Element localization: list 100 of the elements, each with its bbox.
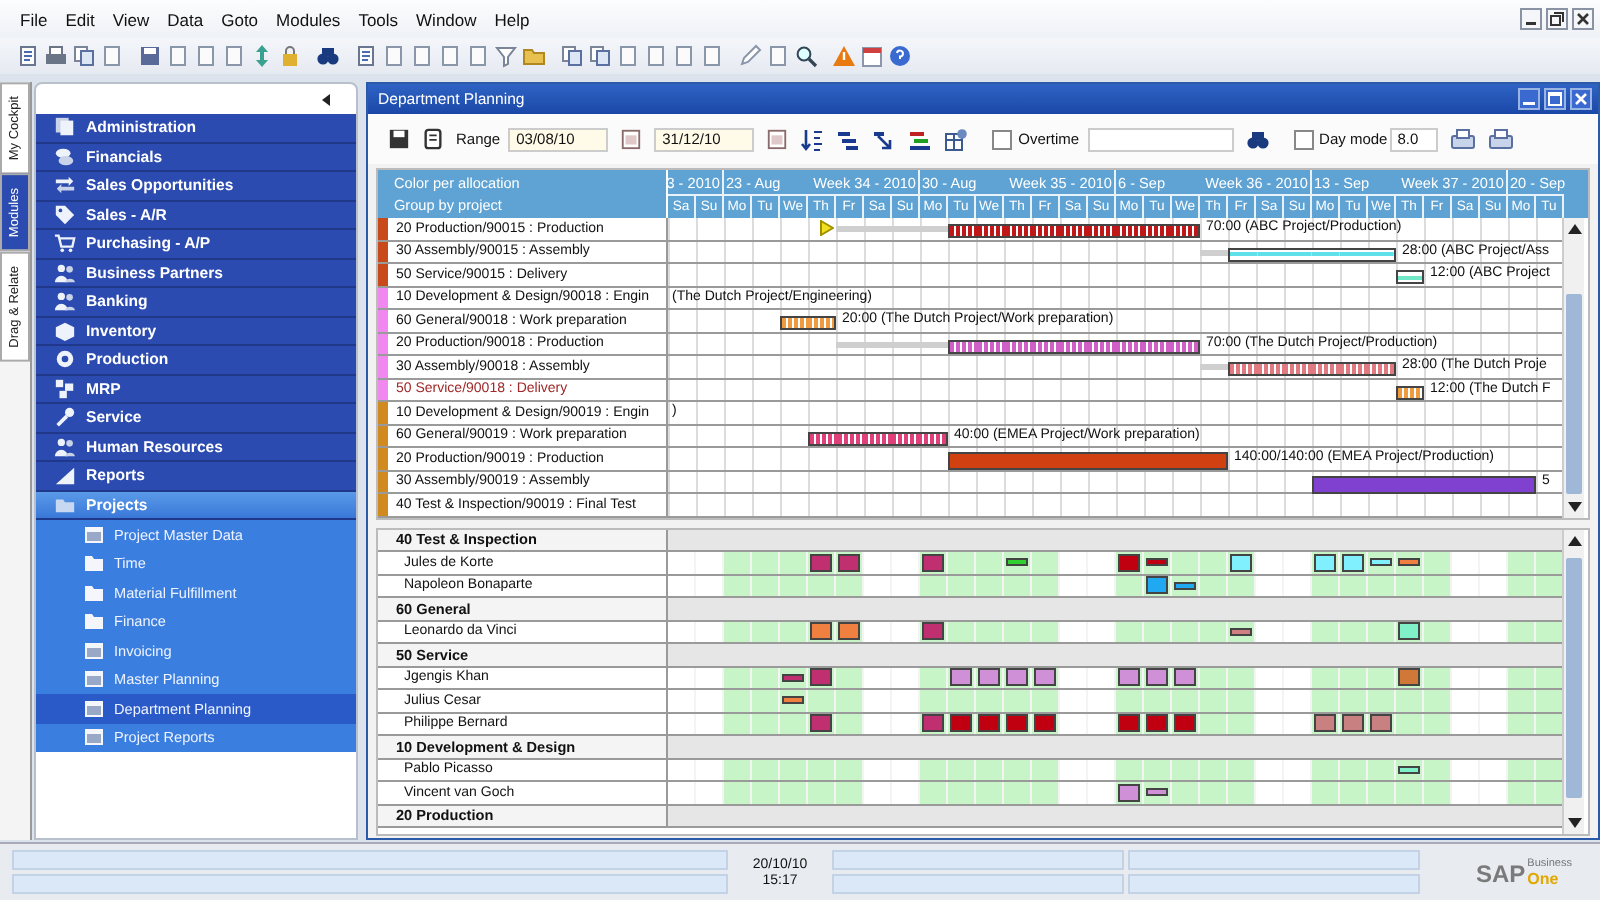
overtime-checkbox[interactable] — [992, 129, 1013, 149]
page-icon[interactable] — [438, 44, 462, 68]
page-icon[interactable] — [410, 44, 434, 68]
people-icon — [54, 261, 76, 284]
copy-icon[interactable] — [588, 44, 612, 68]
printer-icon[interactable] — [1487, 128, 1514, 150]
tag-icon — [54, 203, 76, 226]
gear-icon — [54, 348, 76, 371]
printer-icon[interactable] — [44, 44, 68, 68]
menu-item[interactable]: Tools — [358, 9, 399, 29]
scroll-thumb[interactable] — [1566, 557, 1582, 797]
page-icon[interactable] — [616, 44, 640, 68]
document-icon[interactable] — [422, 128, 444, 150]
help-icon[interactable] — [888, 44, 912, 68]
booking-block[interactable] — [782, 696, 804, 705]
menu-item[interactable]: Edit — [65, 9, 95, 29]
search-icon[interactable] — [794, 44, 818, 68]
page-icon[interactable] — [100, 44, 124, 68]
close-button[interactable] — [1570, 88, 1592, 110]
booking-block[interactable] — [1398, 765, 1420, 774]
maximize-button[interactable] — [1544, 88, 1566, 110]
people-icon — [54, 435, 76, 458]
printer-icon[interactable] — [1449, 128, 1476, 150]
page-icon[interactable] — [382, 44, 406, 68]
task-bar[interactable] — [808, 431, 948, 445]
page-icon[interactable] — [466, 44, 490, 68]
menu-item[interactable]: Window — [416, 9, 477, 29]
page-icon[interactable] — [672, 44, 696, 68]
sort-icon[interactable] — [800, 127, 825, 151]
vertical-scrollbar[interactable] — [1562, 529, 1584, 833]
page-icon[interactable] — [644, 44, 668, 68]
people-icon — [54, 290, 76, 313]
down-arrow-icon[interactable] — [1567, 817, 1581, 827]
stack-icon — [54, 116, 76, 139]
minimize-button[interactable] — [1518, 88, 1540, 110]
close-button[interactable] — [1572, 8, 1594, 30]
page-icon[interactable] — [194, 44, 218, 68]
chart-icon — [54, 464, 76, 487]
blocks-icon — [54, 377, 76, 400]
task-bar[interactable] — [1228, 362, 1396, 376]
booking-block[interactable] — [1370, 558, 1392, 567]
booking-block[interactable] — [1006, 558, 1028, 567]
copy-icon[interactable] — [72, 44, 96, 68]
calendar-icon[interactable] — [620, 128, 643, 150]
menu-item[interactable]: File — [20, 9, 48, 29]
minimize-button[interactable] — [1520, 8, 1542, 30]
task-bar[interactable] — [1228, 247, 1396, 261]
page-icon[interactable] — [700, 44, 724, 68]
binoculars-icon[interactable] — [1245, 127, 1270, 151]
coins-icon — [54, 145, 76, 168]
warning-icon[interactable] — [832, 44, 856, 68]
filter-icon[interactable] — [494, 44, 518, 68]
arrows-icon[interactable] — [250, 44, 274, 68]
task-bar[interactable] — [948, 339, 1200, 353]
booking-block[interactable] — [1398, 558, 1420, 567]
logo-brand: SAP — [1475, 862, 1526, 886]
vertical-scrollbar[interactable] — [1562, 218, 1584, 517]
binoculars-icon[interactable] — [316, 44, 340, 68]
wrench-icon — [54, 406, 76, 429]
day-mode-checkbox[interactable] — [1293, 129, 1314, 149]
arrows-icon — [54, 174, 76, 197]
box-icon — [54, 319, 76, 342]
menu-item[interactable]: Help — [494, 9, 530, 29]
overtime-field[interactable] — [1087, 127, 1234, 151]
folder-icon[interactable] — [522, 44, 546, 68]
bars-icon[interactable] — [836, 127, 861, 151]
calendar-icon[interactable] — [766, 128, 789, 150]
up-arrow-icon[interactable] — [1567, 224, 1581, 234]
booking-block[interactable] — [1146, 558, 1168, 567]
restore-icon — [1550, 12, 1564, 26]
scroll-thumb[interactable] — [1566, 294, 1582, 494]
collapse-arrow-icon[interactable] — [322, 93, 332, 105]
menu-item[interactable]: Data — [167, 9, 204, 29]
copy-icon[interactable] — [560, 44, 584, 68]
pencil-icon[interactable] — [738, 44, 762, 68]
cart-icon — [54, 232, 76, 255]
bars-icon[interactable] — [872, 127, 897, 151]
page-icon[interactable] — [166, 44, 190, 68]
task-bar[interactable] — [780, 316, 836, 330]
close-icon — [1574, 92, 1588, 106]
menu-item[interactable]: View — [112, 9, 150, 29]
booking-block[interactable] — [782, 673, 804, 682]
restore-button[interactable] — [1546, 8, 1568, 30]
booking-block[interactable] — [1230, 627, 1252, 636]
table-icon[interactable] — [944, 127, 969, 151]
booking-block[interactable] — [1174, 581, 1196, 590]
menu-item[interactable]: Goto — [221, 9, 259, 29]
booking-block[interactable] — [1146, 788, 1168, 797]
page-icon[interactable] — [222, 44, 246, 68]
calendar-icon[interactable] — [860, 44, 884, 68]
menu-item[interactable]: Modules — [276, 9, 341, 29]
bars-icon[interactable] — [908, 127, 933, 151]
window-icon — [84, 525, 104, 544]
down-arrow-icon[interactable] — [1567, 501, 1581, 511]
close-icon — [1576, 12, 1590, 26]
up-arrow-icon[interactable] — [1567, 535, 1581, 545]
task-bar[interactable] — [1312, 475, 1536, 493]
task-bar[interactable] — [948, 224, 1200, 238]
lock-icon[interactable] — [278, 44, 302, 68]
maximize-icon — [1548, 92, 1562, 106]
